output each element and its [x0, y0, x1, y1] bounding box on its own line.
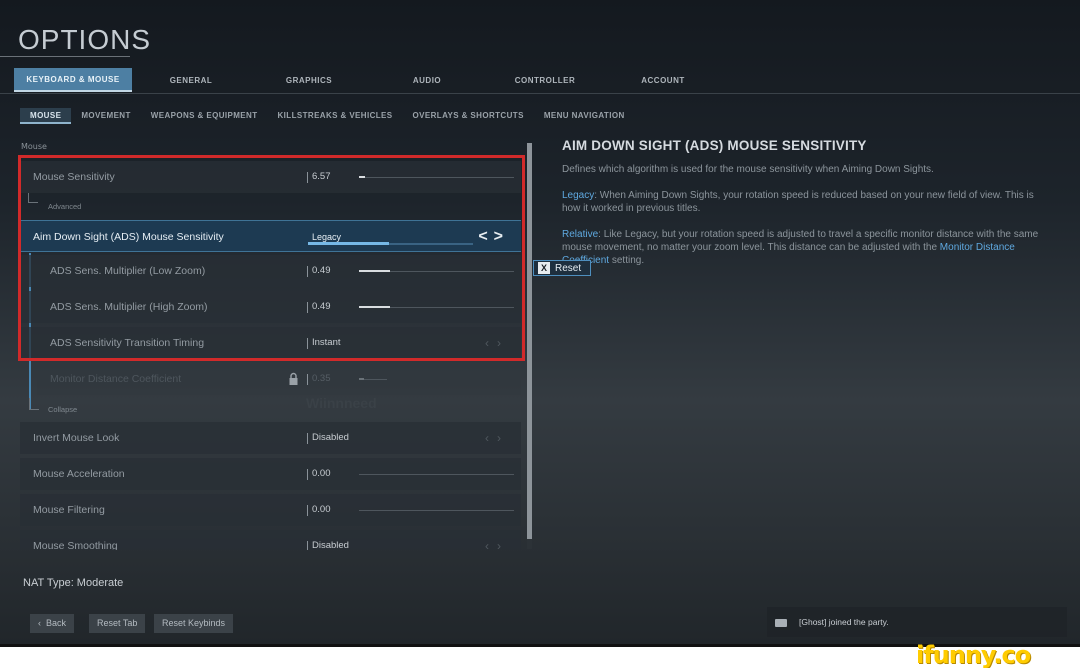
value-divider — [307, 541, 308, 550]
setting-label: Monitor Distance Coefficient — [50, 373, 182, 385]
option-arrows[interactable]: ‹› — [485, 422, 509, 454]
subtab-movement[interactable]: MOVEMENT — [71, 108, 140, 124]
party-message: [Ghost] joined the party. — [799, 617, 889, 627]
tab-account[interactable]: ACCOUNT — [604, 68, 722, 92]
help-title: AIM DOWN SIGHT (ADS) MOUSE SENSITIVITY — [562, 138, 867, 153]
subtab-overlays-shortcuts[interactable]: OVERLAYS & SHORTCUTS — [403, 108, 534, 124]
filtering-slider[interactable] — [359, 510, 514, 511]
setting-monitor-distance: Monitor Distance Coefficient 0.35 — [37, 363, 521, 395]
setting-invert-mouse-look[interactable]: Invert Mouse Look Disabled ‹› — [20, 422, 521, 454]
section-label: Mouse — [21, 142, 47, 151]
setting-label: Mouse Filtering — [33, 504, 105, 516]
chevron-left-icon: ‹ — [38, 618, 41, 628]
annotation-highlight-box — [18, 155, 525, 361]
ifunny-logo: ifunny.co — [916, 641, 1031, 668]
relative-suffix: setting. — [609, 255, 645, 266]
reset-keybinds-button[interactable]: Reset Keybinds — [154, 614, 234, 633]
back-button[interactable]: ‹ Back — [30, 614, 75, 633]
coefficient-slider — [359, 378, 387, 380]
legacy-term: Legacy — [562, 190, 595, 201]
tab-audio[interactable]: AUDIO — [368, 68, 486, 92]
setting-value: 0.00 — [312, 504, 331, 515]
setting-value: 0.00 — [312, 468, 331, 479]
setting-value: Disabled — [312, 432, 349, 443]
subtab-weapons-equipment[interactable]: WEAPONS & EQUIPMENT — [141, 108, 268, 124]
back-label: Back — [46, 618, 67, 628]
title-underline — [0, 56, 130, 57]
sub-tab-bar: MOUSE MOVEMENT WEAPONS & EQUIPMENT KILLS… — [20, 108, 635, 124]
slider-fill — [359, 378, 365, 380]
value-divider — [307, 469, 308, 480]
setting-label: Invert Mouse Look — [33, 432, 120, 444]
subtab-mouse[interactable]: MOUSE — [20, 108, 72, 124]
tab-graphics[interactable]: GRAPHICS — [250, 68, 368, 92]
subtab-menu-navigation[interactable]: MENU NAVIGATION — [534, 108, 635, 124]
collapse-label[interactable]: Collapse — [48, 405, 77, 414]
legacy-text: : When Aiming Down Sights, your rotation… — [562, 190, 1034, 214]
setting-value: 0.35 — [312, 373, 331, 384]
help-intro: Defines which algorithm is used for the … — [562, 164, 934, 175]
subtab-killstreaks-vehicles[interactable]: KILLSTREAKS & VEHICLES — [268, 108, 403, 124]
collapse-bracket — [29, 398, 39, 410]
setting-mouse-smoothing[interactable]: Mouse Smoothing Disabled ‹› — [20, 530, 521, 550]
value-divider — [307, 433, 308, 444]
setting-label: Mouse Smoothing — [33, 540, 118, 550]
reset-label: Reset — [555, 262, 582, 274]
setting-mouse-acceleration[interactable]: Mouse Acceleration 0.00 — [20, 458, 521, 490]
relative-term: Relative — [562, 229, 599, 240]
help-relative: Relative: Like Legacy, but your rotation… — [562, 228, 1042, 267]
setting-label: Mouse Acceleration — [33, 468, 125, 480]
value-divider — [307, 505, 308, 516]
chat-icon — [775, 619, 787, 627]
scrollbar-thumb[interactable] — [527, 143, 532, 539]
reset-button[interactable]: X Reset — [533, 260, 591, 276]
x-key-icon: X — [538, 262, 550, 274]
page-title: OPTIONS — [18, 24, 152, 55]
lock-icon — [289, 372, 298, 385]
tab-general[interactable]: GENERAL — [132, 68, 250, 92]
acceleration-slider[interactable] — [359, 474, 514, 475]
option-arrows[interactable]: ‹› — [485, 530, 509, 550]
watermark-text: Wiinnneed — [306, 395, 377, 411]
top-tab-bar: KEYBOARD & MOUSE GENERAL GRAPHICS AUDIO … — [14, 68, 722, 92]
setting-mouse-filtering[interactable]: Mouse Filtering 0.00 — [20, 494, 521, 526]
tab-controller[interactable]: CONTROLLER — [486, 68, 604, 92]
help-legacy: Legacy: When Aiming Down Sights, your ro… — [562, 189, 1042, 215]
reset-tab-button[interactable]: Reset Tab — [89, 614, 146, 633]
value-divider — [307, 374, 308, 385]
nat-type-status: NAT Type: Moderate — [23, 577, 124, 589]
setting-value: Disabled — [312, 540, 349, 550]
tab-keyboard-mouse[interactable]: KEYBOARD & MOUSE — [14, 68, 132, 92]
tab-bar-divider — [0, 93, 1080, 94]
